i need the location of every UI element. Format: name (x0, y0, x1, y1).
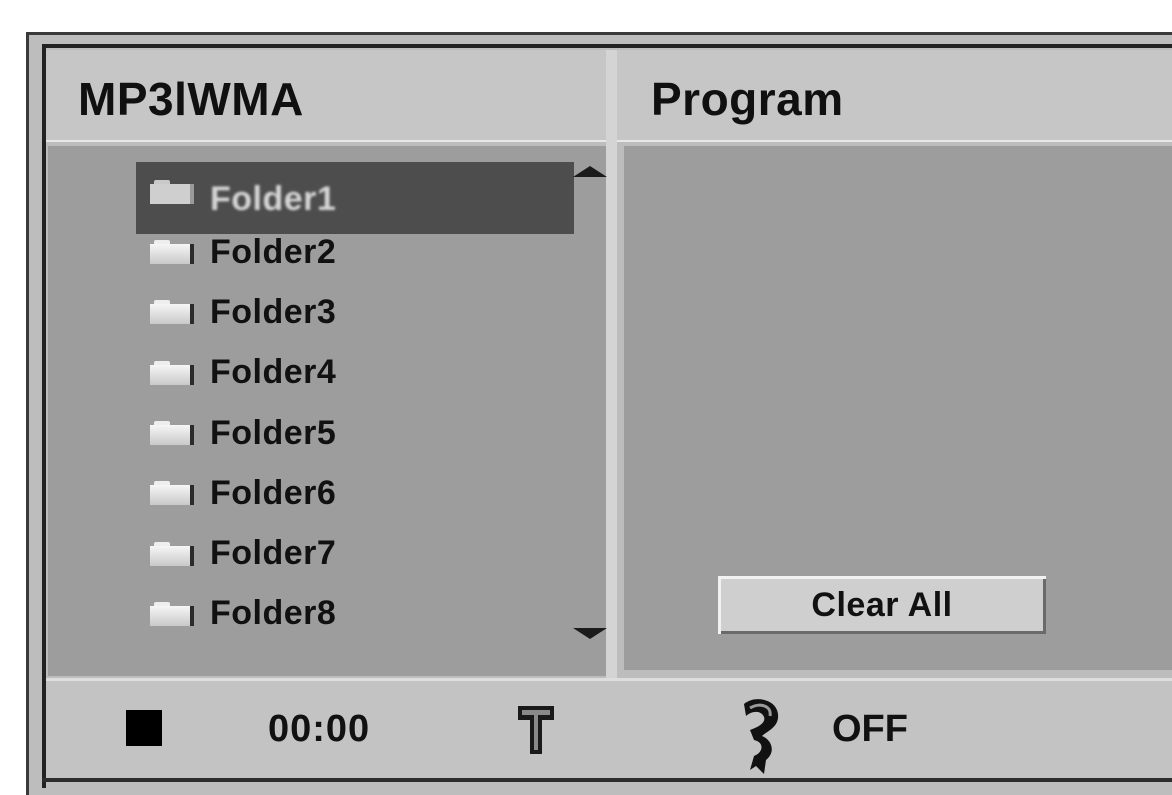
folder-icon (150, 601, 196, 626)
folder-label: Folder7 (210, 534, 337, 573)
mp3-wma-title: MP3lWMA (78, 73, 304, 125)
folder-label: Folder1 (210, 180, 337, 218)
folder-icon (150, 481, 196, 506)
program-title: Program (651, 73, 844, 125)
folder-item[interactable]: Folder4 (136, 343, 574, 403)
folder-item[interactable]: Folder6 (136, 463, 574, 523)
folder-icon (150, 180, 196, 204)
mp3-wma-header: MP3lWMA (46, 50, 606, 142)
folder-item[interactable]: Folder7 (136, 523, 574, 583)
folder-icon (150, 421, 196, 446)
folder-item[interactable]: Folder5 (136, 403, 574, 463)
scroll-down-arrow-icon[interactable] (573, 628, 607, 639)
program-header: Program (617, 50, 1172, 142)
status-bar (46, 678, 1172, 781)
folder-icon (150, 240, 196, 265)
clear-all-button[interactable]: Clear All (718, 576, 1046, 634)
window-bottom-border (42, 778, 1172, 782)
folder-item[interactable]: Folder2 (136, 222, 574, 282)
folder-item[interactable]: Folder8 (136, 584, 574, 644)
folder-label: Folder4 (210, 353, 337, 392)
title-icon (518, 706, 554, 754)
folder-label: Folder5 (210, 413, 337, 452)
column-divider (606, 50, 617, 680)
repeat-status: OFF (832, 708, 908, 750)
folder-label: Folder3 (210, 292, 337, 331)
repeat-icon (744, 699, 779, 774)
scroll-up-arrow-icon[interactable] (573, 166, 607, 177)
playback-time: 00:00 (268, 708, 371, 750)
folder-label: Folder2 (210, 232, 337, 271)
stop-icon (126, 710, 162, 746)
folder-icon (150, 541, 196, 566)
folder-label: Folder6 (210, 473, 337, 512)
folder-icon (150, 360, 196, 385)
folder-item[interactable]: Folder3 (136, 282, 574, 342)
folder-label: Folder8 (210, 594, 337, 633)
folder-list: Folder1 Folder2 Folder3 Folder4 Folder5 … (136, 162, 574, 644)
folder-icon (150, 300, 196, 325)
